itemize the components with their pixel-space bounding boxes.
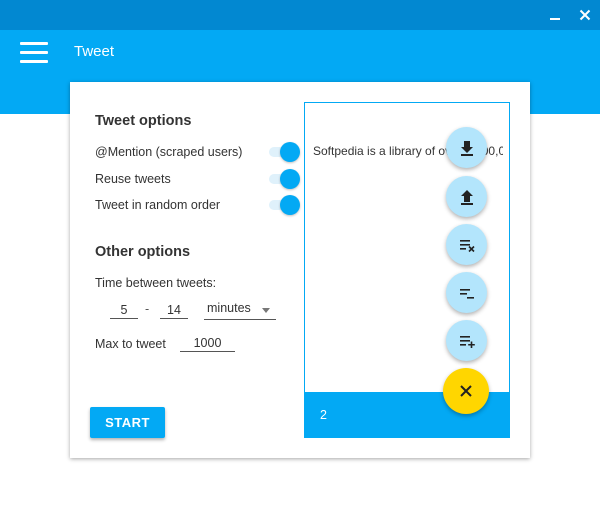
import-button[interactable] xyxy=(446,127,487,168)
mention-toggle[interactable] xyxy=(269,142,300,162)
reuse-tweets-toggle[interactable] xyxy=(269,169,300,189)
other-options-heading: Other options xyxy=(95,244,191,260)
mention-option-label: @Mention (scraped users) xyxy=(95,145,243,159)
reuse-tweets-label: Reuse tweets xyxy=(95,172,171,186)
close-icon xyxy=(460,385,472,397)
tweet-settings-card: Tweet options @Mention (scraped users) R… xyxy=(70,82,530,458)
time-min-input[interactable] xyxy=(110,301,138,319)
time-separator: - xyxy=(145,302,150,316)
close-window-button[interactable] xyxy=(570,0,600,30)
time-max-input[interactable] xyxy=(160,301,188,319)
close-icon xyxy=(579,9,591,21)
minimize-button[interactable] xyxy=(540,0,570,30)
time-between-label: Time between tweets: xyxy=(95,276,217,290)
random-order-toggle[interactable] xyxy=(269,195,300,215)
max-to-tweet-label: Max to tweet xyxy=(95,337,166,351)
page-title: Tweet xyxy=(74,43,115,60)
clear-list-button[interactable] xyxy=(446,224,487,265)
hamburger-menu-icon[interactable] xyxy=(20,42,50,64)
time-unit-value: minutes xyxy=(207,301,251,315)
download-icon xyxy=(460,140,473,156)
start-button[interactable]: START xyxy=(90,407,165,438)
fab-menu-close-button[interactable] xyxy=(443,368,489,414)
tweet-count: 2 xyxy=(320,408,327,422)
chevron-down-icon xyxy=(262,308,270,313)
clear-list-icon xyxy=(459,239,475,252)
tweet-options-heading: Tweet options xyxy=(95,113,192,129)
minimize-icon xyxy=(550,18,560,20)
add-item-icon xyxy=(459,335,475,348)
export-button[interactable] xyxy=(446,176,487,217)
remove-item-button[interactable] xyxy=(446,272,487,313)
upload-icon xyxy=(460,189,473,205)
remove-item-icon xyxy=(459,288,474,299)
max-to-tweet-input[interactable] xyxy=(180,334,235,352)
time-unit-select[interactable]: minutes xyxy=(204,300,276,320)
random-order-label: Tweet in random order xyxy=(95,198,221,212)
add-item-button[interactable] xyxy=(446,320,487,361)
window-titlebar xyxy=(0,0,600,30)
